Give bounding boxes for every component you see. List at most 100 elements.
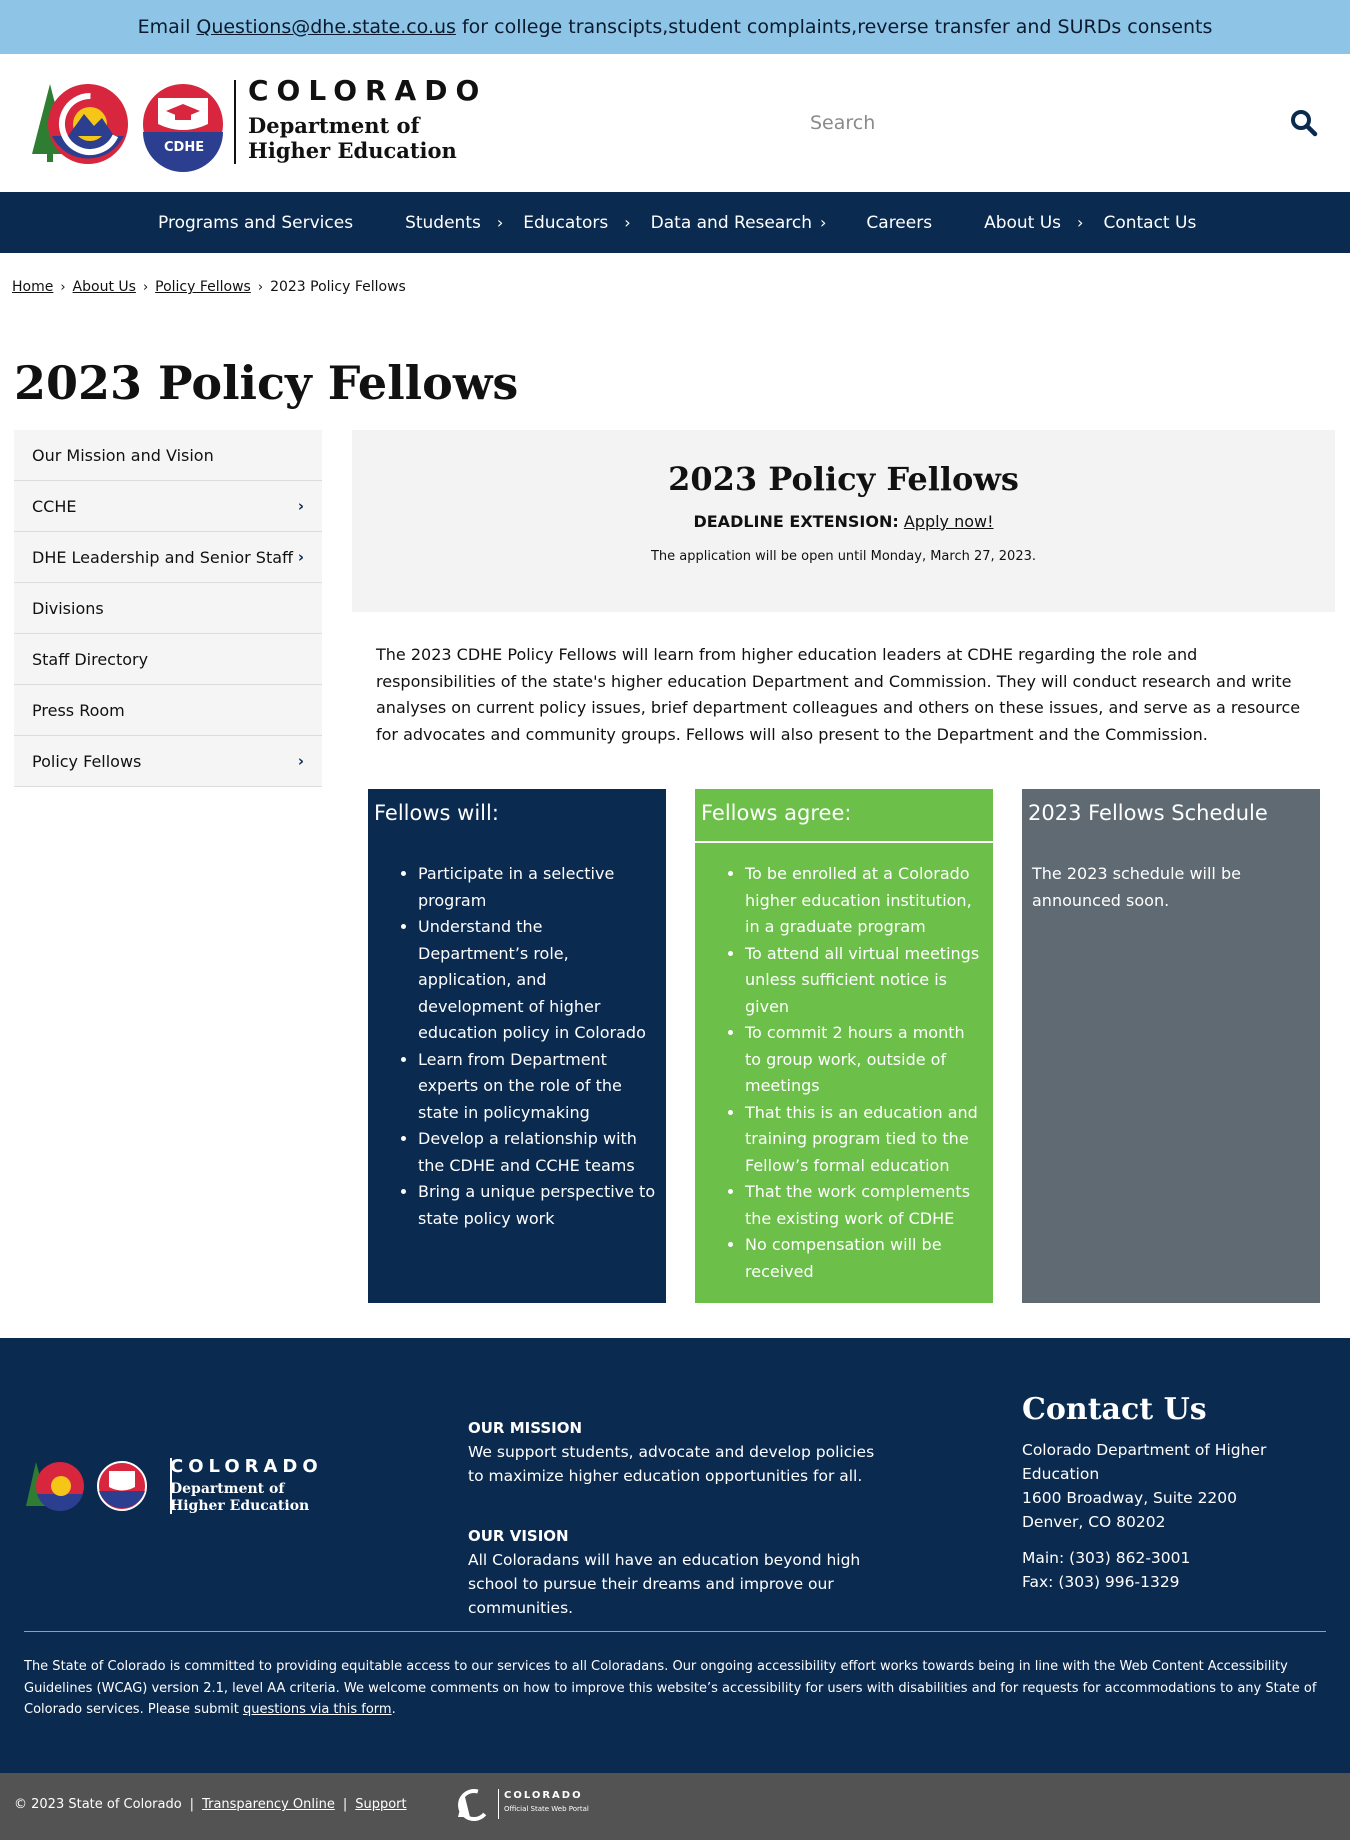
chevron-right-icon[interactable]: › — [298, 752, 304, 770]
vision-heading: OUR VISION — [468, 1527, 569, 1545]
list-item: Participate in a selective program — [418, 861, 656, 914]
breadcrumb-about[interactable]: About Us — [73, 279, 136, 295]
chevron-right-icon[interactable]: › — [298, 548, 304, 566]
apply-now-link[interactable]: Apply now! — [904, 512, 994, 531]
fellows-agree-card: Fellows agree: To be enrolled at a Color… — [695, 789, 993, 1303]
site-logo[interactable]: CDHE COLORADO Department of Higher Educa… — [28, 74, 488, 174]
card-heading: Fellows agree: — [695, 789, 993, 843]
list-item: No compensation will be received — [745, 1232, 983, 1285]
chevron-right-icon[interactable]: › — [298, 497, 304, 515]
sidebar-item-press-room[interactable]: Press Room — [14, 685, 322, 736]
nav-item-label: Data and Research — [650, 212, 812, 233]
chevron-right-icon: › — [820, 213, 827, 232]
contact-main-phone: Main: (303) 862-3001 — [1022, 1549, 1191, 1567]
logo-colorado-text: COLORADO — [170, 1456, 323, 1477]
portal-subtitle: Official State Web Portal — [504, 1805, 589, 1813]
nav-item-label: Educators — [523, 212, 609, 233]
nav-item-programs[interactable]: Programs and Services — [158, 192, 353, 253]
sidebar-item-divisions[interactable]: Divisions — [14, 583, 322, 634]
main-nav-inner: Programs and Services Students › Educato… — [130, 192, 1196, 253]
colorado-c-logo-icon — [32, 84, 223, 172]
announcement-email-link[interactable]: Questions@dhe.state.co.us — [196, 16, 456, 38]
sidebar-item-label: Press Room — [32, 700, 125, 720]
search-input[interactable] — [810, 98, 1280, 148]
nav-item-careers[interactable]: Careers — [866, 192, 932, 253]
contact-address-line1: 1600 Broadway, Suite 2200 — [1022, 1489, 1238, 1507]
sidebar-item-label: CCHE — [32, 496, 77, 516]
logo-dept-line2: Higher Education — [248, 138, 457, 163]
list-item: Understand the Department’s role, applic… — [418, 914, 656, 1047]
announcement-suffix: for college transcipts,student complaint… — [461, 16, 1213, 38]
sidebar-item-leadership[interactable]: DHE Leadership and Senior Staff › — [14, 532, 322, 583]
portal-name: COLORADO — [504, 1790, 583, 1801]
sidebar-item-label: Staff Directory — [32, 649, 149, 669]
logo-colorado-text: COLORADO — [248, 74, 488, 107]
deadline-label: DEADLINE EXTENSION: — [693, 512, 899, 531]
logo-dept-line1: Department of — [248, 113, 420, 138]
footer-contact: Contact Us Colorado Department of Higher… — [1022, 1395, 1342, 1594]
footer-logo-text: COLORADO Department of Higher Education — [170, 1456, 323, 1515]
colorado-c-portal-icon — [458, 1789, 490, 1821]
list-item: To be enrolled at a Colorado higher educ… — [745, 861, 983, 941]
schedule-text: The 2023 schedule will be announced soon… — [1032, 864, 1241, 910]
vision-text: All Coloradans will have an education be… — [468, 1551, 861, 1617]
accessibility-end: . — [391, 1702, 396, 1717]
deadline-line: DEADLINE EXTENSION: Apply now! — [352, 512, 1335, 531]
nav-item-data-research[interactable]: Data and Research › — [651, 192, 867, 253]
sidebar-item-cche[interactable]: CCHE › — [14, 481, 322, 532]
colorado-c-logo-icon — [26, 1461, 147, 1512]
bottom-links: © 2023 State of Colorado | Transparency … — [14, 1797, 407, 1812]
logo-text: COLORADO Department of Higher Education — [248, 74, 487, 163]
footer-divider — [24, 1631, 1326, 1632]
chevron-right-icon: › — [496, 213, 504, 232]
list-item: To attend all virtual meetings unless su… — [745, 941, 983, 1021]
sidebar-item-label: Policy Fellows — [32, 751, 142, 771]
search-icon — [1291, 109, 1318, 136]
fellows-will-list: Participate in a selective program Under… — [368, 843, 666, 1232]
sidebar-item-staff-directory[interactable]: Staff Directory — [14, 634, 322, 685]
schedule-card: 2023 Fellows Schedule The 2023 schedule … — [1022, 789, 1320, 1303]
list-item: Learn from Department experts on the rol… — [418, 1047, 656, 1127]
footer-mission: OUR MISSION We support students, advocat… — [468, 1416, 888, 1620]
nav-item-educators[interactable]: Educators › — [523, 192, 650, 253]
contact-address-line2: Denver, CO 80202 — [1022, 1513, 1166, 1531]
sidebar-item-policy-fellows[interactable]: Policy Fellows › — [14, 736, 322, 787]
list-item: To commit 2 hours a month to group work,… — [745, 1020, 983, 1100]
contact-fax: Fax: (303) 996-1329 — [1022, 1573, 1180, 1591]
copyright-text: © 2023 State of Colorado — [14, 1797, 182, 1812]
footer-logo[interactable]: COLORADO Department of Higher Education — [24, 1456, 344, 1526]
accessibility-statement: The State of Colorado is committed to pr… — [24, 1656, 1324, 1721]
card-heading: 2023 Fellows Schedule — [1028, 801, 1268, 825]
breadcrumb-separator: › — [257, 279, 264, 295]
support-link[interactable]: Support — [355, 1797, 406, 1812]
list-item: Develop a relationship with the CDHE and… — [418, 1126, 656, 1179]
cdhe-badge-text: CDHE — [164, 140, 205, 155]
nav-item-label: Contact Us — [1103, 212, 1197, 233]
transparency-link[interactable]: Transparency Online — [202, 1797, 335, 1812]
announcement-prefix: Email — [137, 16, 191, 38]
accessibility-form-link[interactable]: questions via this form — [243, 1702, 392, 1717]
mission-heading: OUR MISSION — [468, 1419, 583, 1437]
site-footer: COLORADO Department of Higher Education … — [0, 1338, 1350, 1773]
card-heading: Fellows will: — [374, 801, 499, 825]
sidebar-item-label: Our Mission and Vision — [32, 445, 214, 465]
nav-item-about[interactable]: About Us › — [984, 192, 1103, 253]
breadcrumb-home[interactable]: Home — [12, 279, 53, 295]
page-title: 2023 Policy Fellows — [14, 356, 519, 410]
breadcrumb-current: 2023 Policy Fellows — [270, 279, 406, 295]
logo-dept-line1: Department of — [170, 1481, 285, 1497]
search-button[interactable] — [1288, 108, 1320, 140]
list-item: That the work complements the existing w… — [745, 1179, 983, 1232]
accessibility-text: The State of Colorado is committed to pr… — [24, 1659, 1317, 1717]
sidebar-item-mission[interactable]: Our Mission and Vision — [14, 430, 322, 481]
pipe-separator: | — [189, 1797, 195, 1812]
fellows-will-card: Fellows will: Participate in a selective… — [368, 789, 666, 1303]
breadcrumb-policy-fellows[interactable]: Policy Fellows — [155, 279, 251, 295]
sidebar-item-label: Divisions — [32, 598, 104, 618]
hero-title: 2023 Policy Fellows — [668, 460, 1019, 498]
nav-item-students[interactable]: Students › — [405, 192, 523, 253]
announcement-bar: Email Questions@dhe.state.co.us for coll… — [0, 0, 1350, 54]
logo-divider — [234, 80, 236, 164]
state-portal-logo[interactable]: COLORADO Official State Web Portal — [454, 1787, 604, 1823]
nav-item-contact[interactable]: Contact Us — [1103, 192, 1196, 253]
